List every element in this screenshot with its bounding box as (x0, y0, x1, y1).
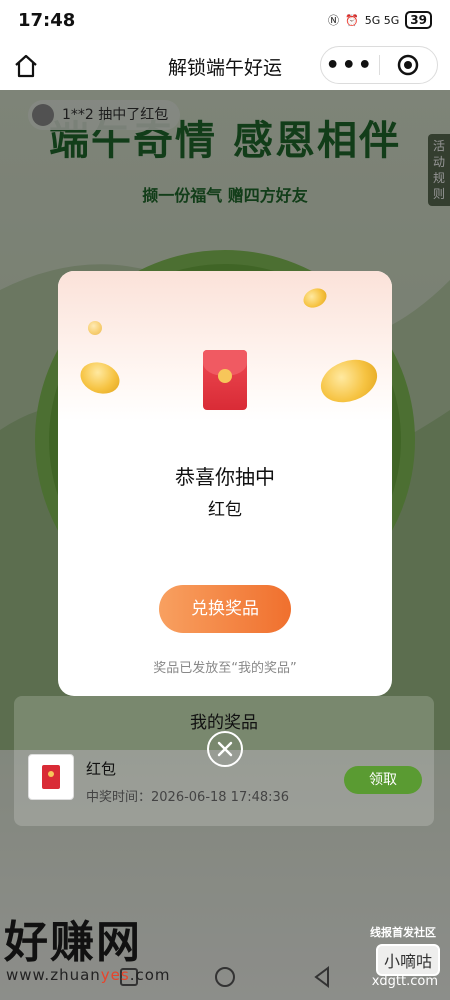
close-icon (217, 741, 233, 757)
watermark-right-caption: 线报首发社区 (370, 926, 436, 939)
prize-modal: 恭喜你抽中 红包 兑换奖品 奖品已发放至“我的奖品” (58, 271, 392, 696)
prize-name: 红包 (86, 760, 117, 778)
red-packet-seal (218, 369, 232, 383)
watermark-right-logo: 小嘀咕 (375, 944, 440, 976)
congrats-text: 恭喜你抽中 (175, 465, 275, 489)
prize-sent-note: 奖品已发放至“我的奖品” (153, 661, 297, 676)
battery-icon: 39 (405, 11, 432, 29)
mini-program-capsule: ••• (320, 46, 438, 84)
target-icon[interactable] (379, 53, 437, 77)
watermark-url-highlight: yes (100, 966, 130, 984)
won-prize-name: 红包 (208, 500, 242, 520)
watermark-right-url: xdgtt.com (371, 974, 438, 989)
coin-icon (88, 321, 102, 335)
network-label: 5G 5G (364, 13, 400, 27)
prize-time: 中奖时间：2026-06-18 17:48:36 (86, 790, 290, 805)
watermark-logo: 好赚网 (4, 917, 142, 968)
red-packet-icon (203, 350, 247, 410)
claim-button[interactable]: 领取 (344, 766, 422, 794)
status-icons: Ⓝ ⏰ 5G 5G 39 (328, 11, 432, 29)
close-modal-button[interactable] (207, 731, 243, 767)
status-time: 17:48 (18, 9, 76, 31)
watermark-url-post: .com (129, 966, 171, 984)
title-bar: 解锁端午好运 ••• (0, 40, 450, 90)
alarm-icon: ⏰ (345, 13, 359, 27)
prize-thumbnail (28, 754, 74, 800)
watermark-url-pre: www.zhuan (6, 966, 101, 984)
red-packet-icon (42, 765, 60, 789)
my-prizes-title: 我的奖品 (190, 713, 258, 733)
nfc-icon: Ⓝ (328, 14, 340, 27)
system-home-icon[interactable] (215, 967, 235, 987)
status-bar: 17:48 Ⓝ ⏰ 5G 5G 39 (0, 0, 450, 40)
watermark-url: www.zhuanyes.com (6, 966, 171, 984)
back-icon[interactable] (312, 965, 332, 989)
more-dots-icon[interactable]: ••• (321, 53, 379, 78)
redeem-prize-button[interactable]: 兑换奖品 (159, 585, 291, 633)
